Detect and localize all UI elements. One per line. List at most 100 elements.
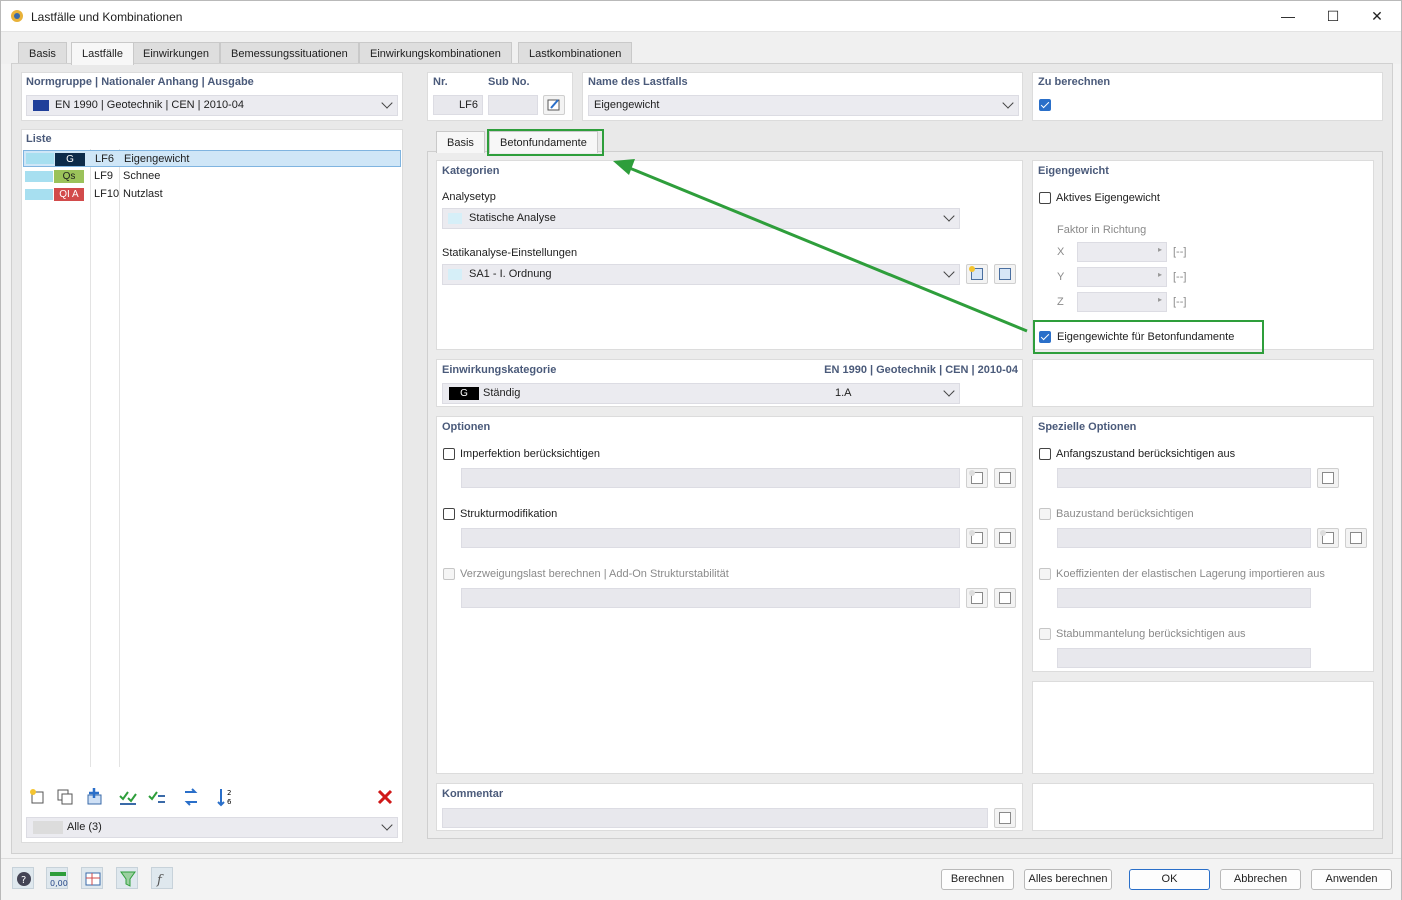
calculate-panel: Zu berechnen: [1032, 72, 1383, 121]
toggle-check-icon[interactable]: [146, 786, 168, 808]
stabummantelung-field[interactable]: [1057, 648, 1311, 668]
renumber-icon[interactable]: [180, 786, 202, 808]
edit-bauzustand-button[interactable]: [1345, 528, 1367, 548]
factor-z-input[interactable]: ▸: [1077, 292, 1167, 312]
imperfektion-checkbox[interactable]: [443, 448, 455, 460]
koeffizienten-field[interactable]: [1057, 588, 1311, 608]
calculate-checkbox[interactable]: [1039, 99, 1051, 111]
bauzustand-checkbox[interactable]: [1039, 508, 1051, 520]
list-item-name: Schnee: [123, 170, 161, 182]
einwirkung-select[interactable]: G Ständig 1.A: [442, 383, 960, 404]
norm-value: EN 1990 | Geotechnik | CEN | 2010-04: [55, 99, 244, 111]
edit-anfangszustand-button[interactable]: [1317, 468, 1339, 488]
chevron-down-icon: [381, 97, 393, 109]
tab-bemessungssituationen[interactable]: Bemessungssituationen: [220, 42, 359, 64]
stabummantelung-label: Stabummantelung berücksichtigen aus: [1056, 628, 1246, 640]
edit-button[interactable]: [543, 95, 565, 115]
tab-basis[interactable]: Basis: [18, 42, 67, 64]
sub-no-field[interactable]: [488, 95, 538, 115]
kommentar-field[interactable]: [442, 808, 988, 828]
norm-select[interactable]: EN 1990 | Geotechnik | CEN | 2010-04: [26, 95, 398, 116]
stabummantelung-checkbox[interactable]: [1039, 628, 1051, 640]
koeffizienten-checkbox[interactable]: [1039, 568, 1051, 580]
berechnen-button[interactable]: Berechnen: [941, 869, 1014, 890]
copy-icon[interactable]: [54, 786, 76, 808]
koeffizienten-label: Koeffizienten der elastischen Lagerung i…: [1056, 568, 1325, 580]
filter-select[interactable]: Alle (3): [26, 817, 398, 838]
list-item-no: LF10: [94, 188, 120, 200]
list-item[interactable]: Qs LF9 Schnee: [23, 168, 401, 185]
edit-strukturmod-button[interactable]: [994, 528, 1016, 548]
subtab-basis[interactable]: Basis: [436, 131, 485, 153]
bauzustand-field[interactable]: [1057, 528, 1311, 548]
unit-y: [--]: [1173, 271, 1187, 283]
new-loadcase-icon[interactable]: [26, 786, 48, 808]
einwirkung-panel: Einwirkungskategorie EN 1990 | Geotechni…: [436, 359, 1023, 407]
svg-text:6: 6: [227, 798, 232, 806]
maximize-button[interactable]: ☐: [1311, 5, 1355, 27]
help-icon[interactable]: ?: [12, 867, 34, 889]
optionen-panel: Optionen Imperfektion berücksichtigen St…: [436, 416, 1023, 774]
tab-lastfaelle[interactable]: Lastfälle: [71, 42, 134, 65]
norm-group-panel: Normgruppe | Nationaler Anhang | Ausgabe…: [21, 72, 403, 121]
sort-icon[interactable]: 26: [215, 786, 237, 808]
analysetyp-value: Statische Analyse: [469, 212, 556, 224]
units-icon[interactable]: 0,00: [46, 867, 68, 889]
name-select[interactable]: Eigengewicht: [588, 95, 1019, 116]
factor-x-input[interactable]: ▸: [1077, 242, 1167, 262]
blank-panel: [1032, 359, 1374, 407]
new-bauzustand-button[interactable]: [1317, 528, 1339, 548]
function-icon[interactable]: f: [151, 867, 173, 889]
factor-y-input[interactable]: ▸: [1077, 267, 1167, 287]
new-strukturmod-button[interactable]: [966, 528, 988, 548]
alles-berechnen-button[interactable]: Alles berechnen: [1024, 869, 1112, 890]
axis-x-label: X: [1057, 246, 1065, 258]
list-item[interactable]: QI A LF10 Nutzlast: [23, 186, 401, 203]
anfangszustand-checkbox[interactable]: [1039, 448, 1051, 460]
abbrechen-button[interactable]: Abbrechen: [1220, 869, 1301, 890]
ok-button[interactable]: OK: [1129, 869, 1210, 890]
tab-lastkombinationen[interactable]: Lastkombinationen: [518, 42, 633, 64]
kategorien-header: Kategorien: [442, 165, 500, 177]
sub-no-label: Sub No.: [488, 76, 530, 88]
verzweigungslast-field[interactable]: [461, 588, 960, 608]
eu-flag-icon: [33, 100, 49, 111]
filter-icon[interactable]: [116, 867, 138, 889]
eigengewicht-header: Eigengewicht: [1038, 165, 1109, 177]
einwirkung-code: 1.A: [835, 387, 852, 399]
axis-z-label: Z: [1057, 296, 1064, 308]
faktor-label: Faktor in Richtung: [1057, 224, 1147, 236]
check-all-icon[interactable]: [117, 786, 139, 808]
tab-einwirkungen[interactable]: Einwirkungen: [132, 42, 221, 64]
strukturmodifikation-checkbox[interactable]: [443, 508, 455, 520]
add-icon[interactable]: [83, 786, 105, 808]
comment-copy-button[interactable]: [994, 808, 1016, 828]
highlight-box-tab: [487, 129, 604, 156]
main-tabs: Basis Lastfälle Einwirkungen Bemessungss…: [1, 32, 1401, 65]
verzweigungslast-checkbox[interactable]: [443, 568, 455, 580]
tab-einwirkungskombinationen[interactable]: Einwirkungskombinationen: [359, 42, 512, 64]
edit-verzweigung-button[interactable]: [994, 588, 1016, 608]
kommentar-panel: Kommentar: [436, 783, 1023, 831]
title-bar: Lastfälle und Kombinationen — ☐ ✕: [1, 1, 1401, 32]
highlight-box-checkbox: [1033, 320, 1264, 354]
minimize-button[interactable]: —: [1266, 5, 1310, 27]
strukturmodifikation-field[interactable]: [461, 528, 960, 548]
blank-panel-3: [1032, 783, 1374, 831]
imperfektion-field[interactable]: [461, 468, 960, 488]
table-icon[interactable]: [81, 867, 103, 889]
new-verzweigung-button[interactable]: [966, 588, 988, 608]
nr-label: Nr.: [433, 76, 448, 88]
kommentar-header: Kommentar: [442, 788, 504, 800]
close-button[interactable]: ✕: [1355, 5, 1399, 27]
delete-icon[interactable]: [374, 786, 396, 808]
edit-imperfektion-button[interactable]: [994, 468, 1016, 488]
spezielle-header: Spezielle Optionen: [1038, 421, 1137, 433]
list-item[interactable]: G LF6 Eigengewicht: [23, 150, 401, 167]
anfangszustand-field[interactable]: [1057, 468, 1311, 488]
einwirkung-header: Einwirkungskategorie: [442, 364, 557, 376]
nr-field[interactable]: LF6: [433, 95, 483, 115]
anwenden-button[interactable]: Anwenden: [1311, 869, 1392, 890]
number-panel: Nr. Sub No. LF6: [427, 72, 573, 121]
new-imperfektion-button[interactable]: [966, 468, 988, 488]
